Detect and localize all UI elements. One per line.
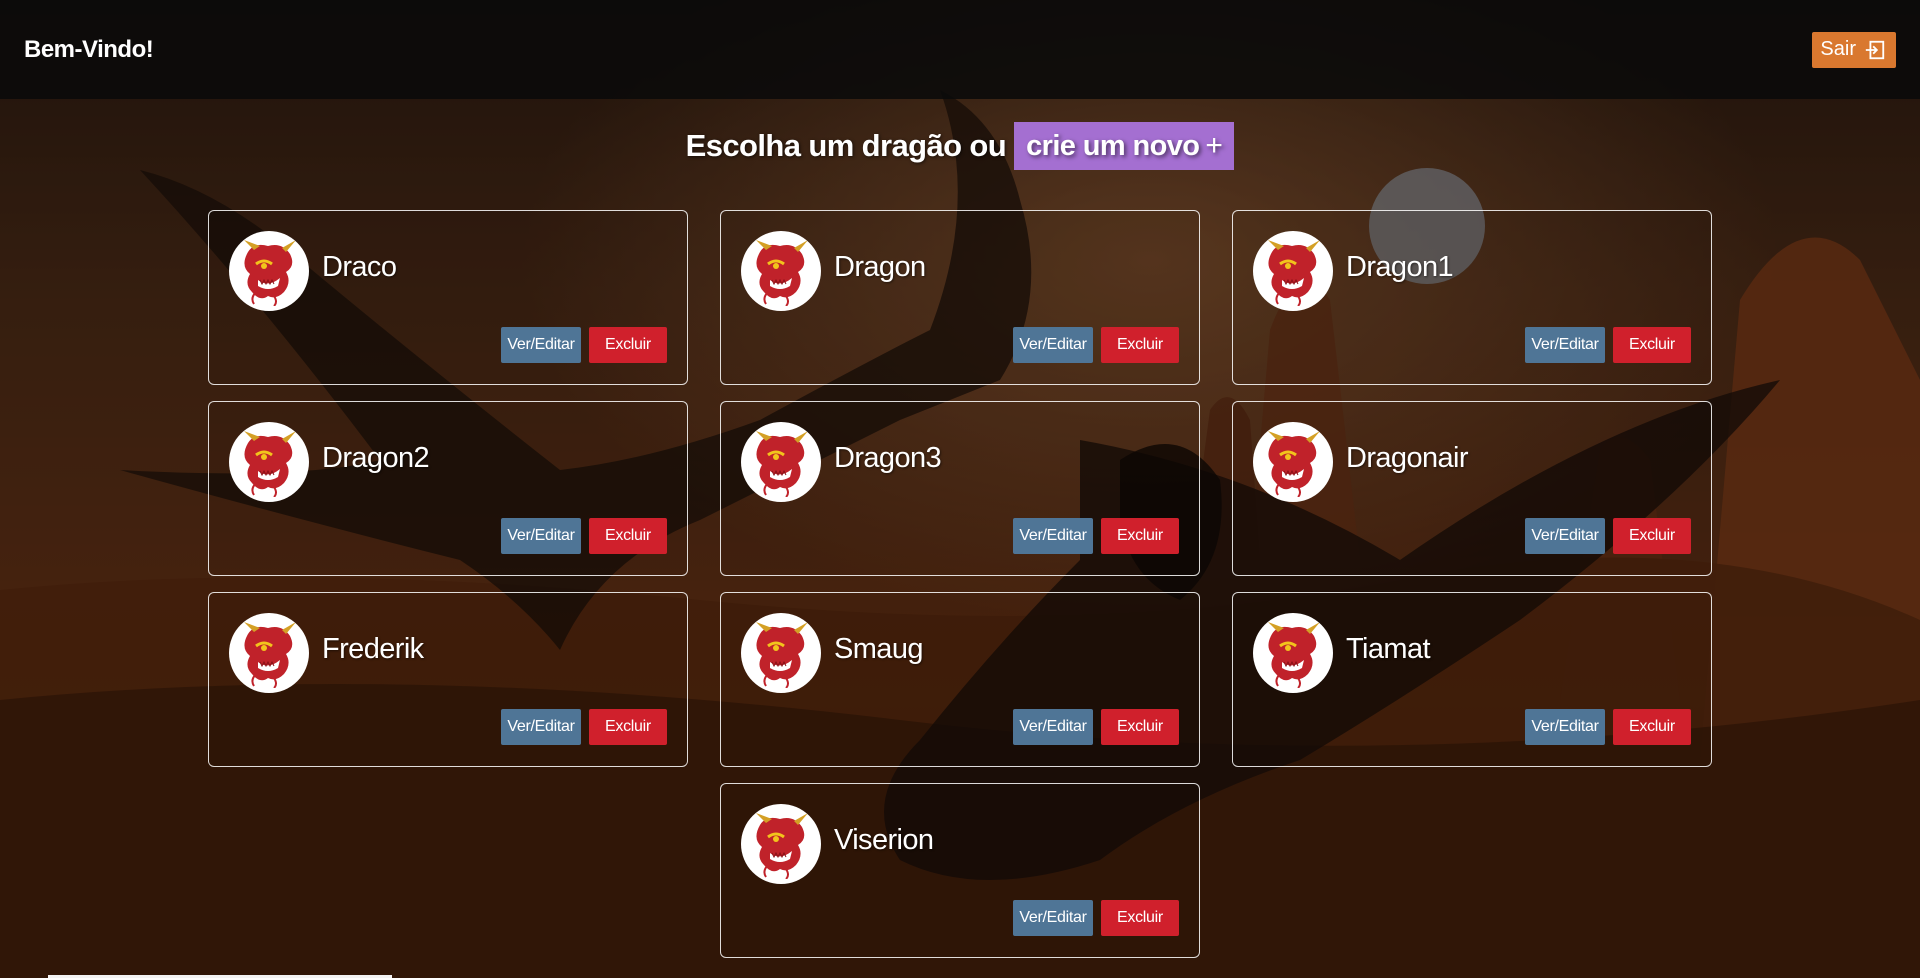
dragon-name: Dragon1	[1346, 251, 1454, 283]
view-edit-button[interactable]: Ver/Editar	[1013, 327, 1093, 363]
dragon-avatar	[229, 613, 309, 693]
dragon-head-icon	[756, 622, 808, 688]
delete-button[interactable]: Excluir	[1613, 327, 1691, 363]
dragon-name: Frederik	[322, 633, 424, 665]
dragon-head-icon	[1268, 622, 1320, 688]
card-actions: Ver/Editar Excluir	[501, 709, 667, 745]
card-actions: Ver/Editar Excluir	[1525, 327, 1691, 363]
view-edit-button[interactable]: Ver/Editar	[1013, 900, 1093, 936]
dragon-name: Dragon2	[322, 442, 430, 474]
view-edit-button[interactable]: Ver/Editar	[501, 518, 581, 554]
dragon-card: Tiamat Ver/Editar Excluir	[1232, 592, 1712, 767]
create-label: crie um novo	[1026, 129, 1200, 162]
top-navbar: Bem-Vindo! Sair	[0, 0, 1920, 99]
delete-button[interactable]: Excluir	[589, 327, 667, 363]
view-edit-button[interactable]: Ver/Editar	[501, 327, 581, 363]
dragon-avatar	[229, 422, 309, 502]
logout-label: Sair	[1820, 38, 1856, 60]
view-edit-button[interactable]: Ver/Editar	[501, 709, 581, 745]
dragon-avatar	[1253, 422, 1333, 502]
dragon-name: Dragon3	[834, 442, 942, 474]
dragon-name: Viserion	[834, 824, 934, 856]
dragon-head-icon	[756, 813, 808, 879]
dragon-avatar	[229, 231, 309, 311]
dragon-head-icon	[756, 240, 808, 306]
card-actions: Ver/Editar Excluir	[1013, 709, 1179, 745]
heading-text: Escolha um dragão ou	[685, 128, 1007, 163]
delete-button[interactable]: Excluir	[589, 709, 667, 745]
dragon-avatar	[741, 613, 821, 693]
dragon-card-grid: Draco Ver/Editar Excluir Dragon Ver/Edit…	[208, 210, 1712, 958]
dragon-avatar	[1253, 231, 1333, 311]
dragon-head-icon	[244, 431, 296, 497]
dragon-avatar	[741, 422, 821, 502]
card-actions: Ver/Editar Excluir	[1013, 327, 1179, 363]
dragon-head-icon	[1268, 240, 1320, 306]
dragon-avatar	[741, 804, 821, 884]
dragon-name: Smaug	[834, 633, 923, 665]
dragon-head-icon	[756, 431, 808, 497]
dragon-card: Smaug Ver/Editar Excluir	[720, 592, 1200, 767]
view-edit-button[interactable]: Ver/Editar	[1013, 709, 1093, 745]
dragon-name: Dragon	[834, 251, 926, 283]
view-edit-button[interactable]: Ver/Editar	[1525, 709, 1605, 745]
dragon-card: Dragon Ver/Editar Excluir	[720, 210, 1200, 385]
dragon-card: Dragon3 Ver/Editar Excluir	[720, 401, 1200, 576]
dragon-card: Dragon1 Ver/Editar Excluir	[1232, 210, 1712, 385]
delete-button[interactable]: Excluir	[589, 518, 667, 554]
create-dragon-button[interactable]: crie um novo +	[1014, 122, 1235, 170]
card-actions: Ver/Editar Excluir	[501, 327, 667, 363]
dragon-name: Tiamat	[1346, 633, 1431, 665]
dragon-head-icon	[1268, 431, 1320, 497]
view-edit-button[interactable]: Ver/Editar	[1013, 518, 1093, 554]
delete-button[interactable]: Excluir	[1101, 518, 1179, 554]
logout-button[interactable]: Sair	[1812, 31, 1896, 68]
dragon-card: Dragon2 Ver/Editar Excluir	[208, 401, 688, 576]
dragon-head-icon	[244, 240, 296, 306]
card-actions: Ver/Editar Excluir	[1525, 518, 1691, 554]
delete-button[interactable]: Excluir	[1613, 709, 1691, 745]
dragon-card: Draco Ver/Editar Excluir	[208, 210, 688, 385]
card-actions: Ver/Editar Excluir	[501, 518, 667, 554]
delete-button[interactable]: Excluir	[1101, 327, 1179, 363]
delete-button[interactable]: Excluir	[1101, 709, 1179, 745]
view-edit-button[interactable]: Ver/Editar	[1525, 327, 1605, 363]
dragon-avatar	[1253, 613, 1333, 693]
logout-icon	[1865, 40, 1885, 59]
dragon-card: Frederik Ver/Editar Excluir	[208, 592, 688, 767]
dragon-avatar	[741, 231, 821, 311]
card-actions: Ver/Editar Excluir	[1525, 709, 1691, 745]
dragon-card: Dragonair Ver/Editar Excluir	[1232, 401, 1712, 576]
view-edit-button[interactable]: Ver/Editar	[1525, 518, 1605, 554]
card-actions: Ver/Editar Excluir	[1013, 900, 1179, 936]
dragon-name: Dragonair	[1346, 442, 1469, 474]
dragon-card: Viserion Ver/Editar Excluir	[720, 783, 1200, 958]
delete-button[interactable]: Excluir	[1101, 900, 1179, 936]
dragon-name: Draco	[322, 251, 397, 283]
delete-button[interactable]: Excluir	[1613, 518, 1691, 554]
welcome-title: Bem-Vindo!	[24, 35, 154, 63]
plus-icon: +	[1205, 129, 1223, 162]
dragon-head-icon	[244, 622, 296, 688]
choose-dragon-heading: Escolha um dragão ou crie um novo +	[0, 122, 1920, 170]
card-actions: Ver/Editar Excluir	[1013, 518, 1179, 554]
